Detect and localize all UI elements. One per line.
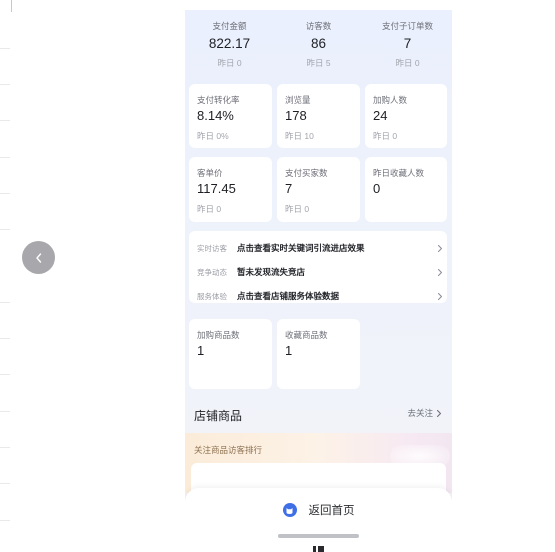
chevron-right-icon <box>437 241 443 255</box>
follow-link[interactable]: 去关注 <box>407 407 442 419</box>
previous-page-button[interactable] <box>22 241 55 274</box>
insight-row-realtime-visitors[interactable]: 实时访客 点击查看实时关键词引流进店效果 <box>197 241 443 255</box>
screen: 支付金额 822.17 昨日 0 访客数 86 昨日 5 支付子订单数 7 昨日… <box>0 0 555 552</box>
stat-paid-suborders[interactable]: 支付子订单数 7 昨日 0 <box>363 10 452 80</box>
top-stats: 支付金额 822.17 昨日 0 访客数 86 昨日 5 支付子订单数 7 昨日… <box>185 10 452 80</box>
chevron-left-icon <box>35 252 41 263</box>
metric-card-yesterday-favorites[interactable]: 昨日收藏人数 0 <box>365 157 447 222</box>
insight-row-service-experience[interactable]: 服务体验 点击查看店铺服务体验数据 <box>197 289 443 303</box>
insight-row-competition[interactable]: 竞争动态 暂未发现流失竞店 <box>197 265 443 279</box>
home-indicator <box>278 534 359 538</box>
return-home-button[interactable]: 返回首页 <box>185 500 452 520</box>
metric-card-page-views[interactable]: 浏览量 178 昨日 10 <box>277 84 360 148</box>
metric-card-add-to-cart-users[interactable]: 加购人数 24 昨日 0 <box>365 84 447 148</box>
mobile-app-view: 支付金额 822.17 昨日 0 访客数 86 昨日 5 支付子订单数 7 昨日… <box>185 10 452 542</box>
metric-card-conversion-rate[interactable]: 支付转化率 8.14% 昨日 0% <box>189 84 272 148</box>
chevron-right-icon <box>437 289 443 303</box>
stat-payment-amount[interactable]: 支付金额 822.17 昨日 0 <box>185 10 274 80</box>
left-edge-ticks <box>0 0 12 552</box>
insight-list: 实时访客 点击查看实时关键词引流进店效果 竞争动态 暂未发现流失竞店 服务体验 … <box>189 231 447 303</box>
home-icon <box>282 503 297 517</box>
chevron-right-icon <box>436 409 442 417</box>
shop-goods-title: 店铺商品 <box>194 409 243 423</box>
metric-card-avg-order-value[interactable]: 客单价 117.45 昨日 0 <box>189 157 272 222</box>
followed-goods-visitor-ranking[interactable]: 关注商品访客排行 <box>185 433 452 493</box>
bottom-bar: 返回首页 <box>185 488 452 542</box>
chevron-right-icon <box>437 265 443 279</box>
goods-card-favorited-items[interactable]: 收藏商品数 1 <box>277 319 360 389</box>
cursor-mark <box>313 546 325 552</box>
metric-card-paying-buyers[interactable]: 支付买家数 7 昨日 0 <box>277 157 360 222</box>
stat-visitors[interactable]: 访客数 86 昨日 5 <box>274 10 363 80</box>
goods-card-cart-items[interactable]: 加购商品数 1 <box>189 319 272 389</box>
